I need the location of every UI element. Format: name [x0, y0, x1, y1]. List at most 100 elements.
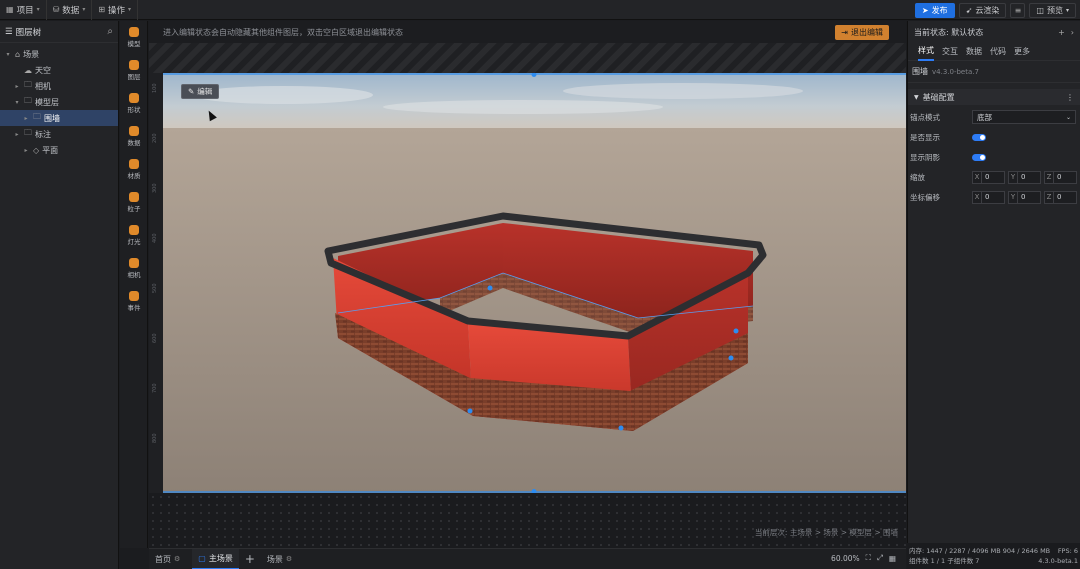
shadow-toggle[interactable] — [972, 153, 986, 161]
tree-item-label: 标注 — [35, 129, 51, 139]
tab-property-0[interactable]: 样式 — [918, 43, 934, 61]
offset-x-input[interactable]: X0 — [972, 190, 1005, 204]
basic-config-section[interactable]: ▼ 基础配置 ⋮ — [908, 89, 1080, 105]
tree-item-label: 平面 — [42, 145, 59, 155]
panel-title: 图层树 — [15, 27, 42, 38]
ruler-tick: 500 — [152, 283, 158, 293]
layer-tree-header: ☰ 图层树 ⌕ — [0, 21, 118, 43]
property-tabs: 样式 交互 数据 代码 更多 — [908, 43, 1080, 61]
settings-icon: ⚙ — [285, 555, 293, 563]
scene-canvas[interactable] — [163, 73, 906, 493]
tree-item[interactable]: ☁ 天空 — [0, 62, 118, 78]
layer-tree: ▾ ⌂ 场景 ☁ 天空 ▸ 🗀 相机 ▾ 🗀 模型层 ▸ 🗀 围墙 ▸ 🗀 标注 ▸ ◇ 平面 — [0, 43, 118, 158]
publish-button[interactable]: ➤ 发布 — [914, 2, 955, 18]
tool-shape[interactable]: 形状 — [120, 87, 148, 120]
tool-data[interactable]: 数据 — [120, 120, 148, 153]
current-state[interactable]: 当前状态: 默认状态 — [914, 27, 983, 38]
menu-project[interactable]: ▦ 项目 ▾ — [0, 0, 47, 20]
caret-right-icon[interactable]: ▸ — [22, 115, 30, 122]
shadow-row: 显示阴影 — [908, 147, 1080, 167]
edit-button[interactable]: ✎ 编辑 — [181, 84, 220, 99]
control-point[interactable] — [618, 425, 624, 431]
grid-toggle-icon[interactable]: ▦ — [889, 554, 896, 563]
caret-right-icon[interactable]: ▸ — [13, 83, 21, 90]
ruler-tick: 700 — [152, 383, 158, 393]
ruler-tick: 400 — [152, 233, 158, 243]
fit-icon[interactable]: ⛶ — [866, 553, 871, 563]
anchor-select[interactable]: 底部 ⌄ — [972, 110, 1076, 124]
tree-item-label: 天空 — [35, 65, 51, 75]
tree-item[interactable]: ▸ ◇ 平面 — [0, 142, 118, 158]
caret-right-icon[interactable]: ▸ — [13, 131, 21, 138]
tree-item[interactable]: ▾ ⌂ 场景 — [0, 46, 118, 62]
ground — [163, 128, 906, 493]
tool-material[interactable]: 材质 — [120, 153, 148, 186]
model-icon — [129, 27, 139, 37]
add-tab-button[interactable]: + — [239, 549, 261, 569]
chevron-down-icon: ▾ — [1065, 6, 1069, 14]
chevron-down-icon: ▾ — [128, 6, 132, 13]
preview-button[interactable]: ◫ 预览 ▾ — [1029, 2, 1076, 18]
zoom-controls: 60.00% ⛶ ⤢ ▦ — [831, 553, 896, 563]
control-point[interactable] — [728, 355, 734, 361]
shape-icon — [129, 93, 139, 103]
tool-light[interactable]: 灯光 — [120, 219, 148, 252]
search-icon[interactable]: ⌕ — [107, 26, 113, 37]
chevron-down-icon: ▾ — [82, 6, 86, 13]
tool-layer[interactable]: 图层 — [120, 54, 148, 87]
tool-label: 灯光 — [127, 238, 141, 246]
tool-particle[interactable]: 粒子 — [120, 186, 148, 219]
tool-label: 模型 — [127, 40, 141, 48]
layers-icon: ☰ — [5, 26, 13, 37]
menu-data[interactable]: ⛁ 数据 ▾ — [47, 0, 93, 20]
scale-x-input[interactable]: X0 — [972, 170, 1005, 184]
visible-toggle[interactable] — [972, 133, 986, 141]
tab-property-1[interactable]: 交互 — [942, 46, 958, 57]
vertical-ruler: 100 200 300 400 500 600 700 800 — [149, 73, 163, 493]
zoom-level[interactable]: 60.00% — [831, 554, 860, 563]
tab-property-2[interactable]: 数据 — [966, 46, 982, 57]
ruler-tick: 600 — [152, 333, 158, 343]
editor-viewport[interactable]: 进入编辑状态会自动隐藏其他组件图层，双击空白区域退出编辑状态 ⇥ 退出编辑 10… — [149, 21, 906, 548]
fullscreen-icon[interactable]: ⤢ — [877, 553, 883, 563]
layer-icon — [129, 60, 139, 70]
settings-button[interactable]: ≡ — [1010, 2, 1026, 18]
control-point[interactable] — [487, 285, 493, 291]
caret-right-icon[interactable]: ▸ — [22, 147, 30, 154]
tool-model[interactable]: 模型 — [120, 21, 148, 54]
exit-edit-button[interactable]: ⇥ 退出编辑 — [835, 25, 889, 40]
tree-item[interactable]: ▸ 🗀 标注 — [0, 126, 118, 142]
add-state-icon[interactable]: + — [1058, 28, 1065, 37]
tool-label: 事件 — [127, 304, 141, 312]
canvas-top-margin — [149, 43, 906, 73]
tree-item[interactable]: ▸ 🗀 相机 — [0, 78, 118, 94]
scale-z-input[interactable]: Z0 — [1044, 170, 1077, 184]
send-icon: ➤ — [921, 5, 929, 15]
ruler-tick: 800 — [152, 433, 158, 443]
breadcrumb: 当前层次: 主场景 > 场景 > 模型层 > 围墙 — [754, 528, 898, 537]
chevron-right-icon[interactable]: › — [1071, 28, 1074, 37]
caret-down-icon[interactable]: ▾ — [4, 51, 12, 58]
tab-property-4[interactable]: 更多 — [1014, 46, 1030, 57]
offset-z-input[interactable]: Z0 — [1044, 190, 1077, 204]
tool-camera[interactable]: 相机 — [120, 252, 148, 285]
caret-down-icon[interactable]: ▾ — [13, 99, 21, 106]
control-point[interactable] — [467, 408, 473, 414]
menu-operate[interactable]: ⊞ 操作 ▾ — [92, 0, 139, 20]
tab-main-scene[interactable]: ▢ 主场景 — [192, 548, 239, 569]
tab-scene[interactable]: 场景 ⚙ — [261, 549, 298, 569]
cloud — [193, 86, 373, 104]
tree-item[interactable]: ▾ 🗀 模型层 — [0, 94, 118, 110]
tool-label: 粒子 — [127, 205, 141, 213]
tool-event[interactable]: 事件 — [120, 285, 148, 318]
tab-home[interactable]: 首页 ⚙ — [149, 549, 186, 569]
more-icon[interactable]: ⋮ — [1066, 93, 1074, 102]
scale-y-input[interactable]: Y0 — [1008, 170, 1041, 184]
control-point[interactable] — [733, 328, 739, 334]
folder-icon: 🗀 — [24, 96, 32, 105]
offset-y-input[interactable]: Y0 — [1008, 190, 1041, 204]
offset-row: 坐标偏移 X0 Y0 Z0 — [908, 187, 1080, 207]
pair-button[interactable]: ➹ 云渲染 — [958, 2, 1007, 18]
tab-property-3[interactable]: 代码 — [990, 46, 1006, 57]
tree-item[interactable]: ▸ 🗀 围墙 — [0, 110, 118, 126]
